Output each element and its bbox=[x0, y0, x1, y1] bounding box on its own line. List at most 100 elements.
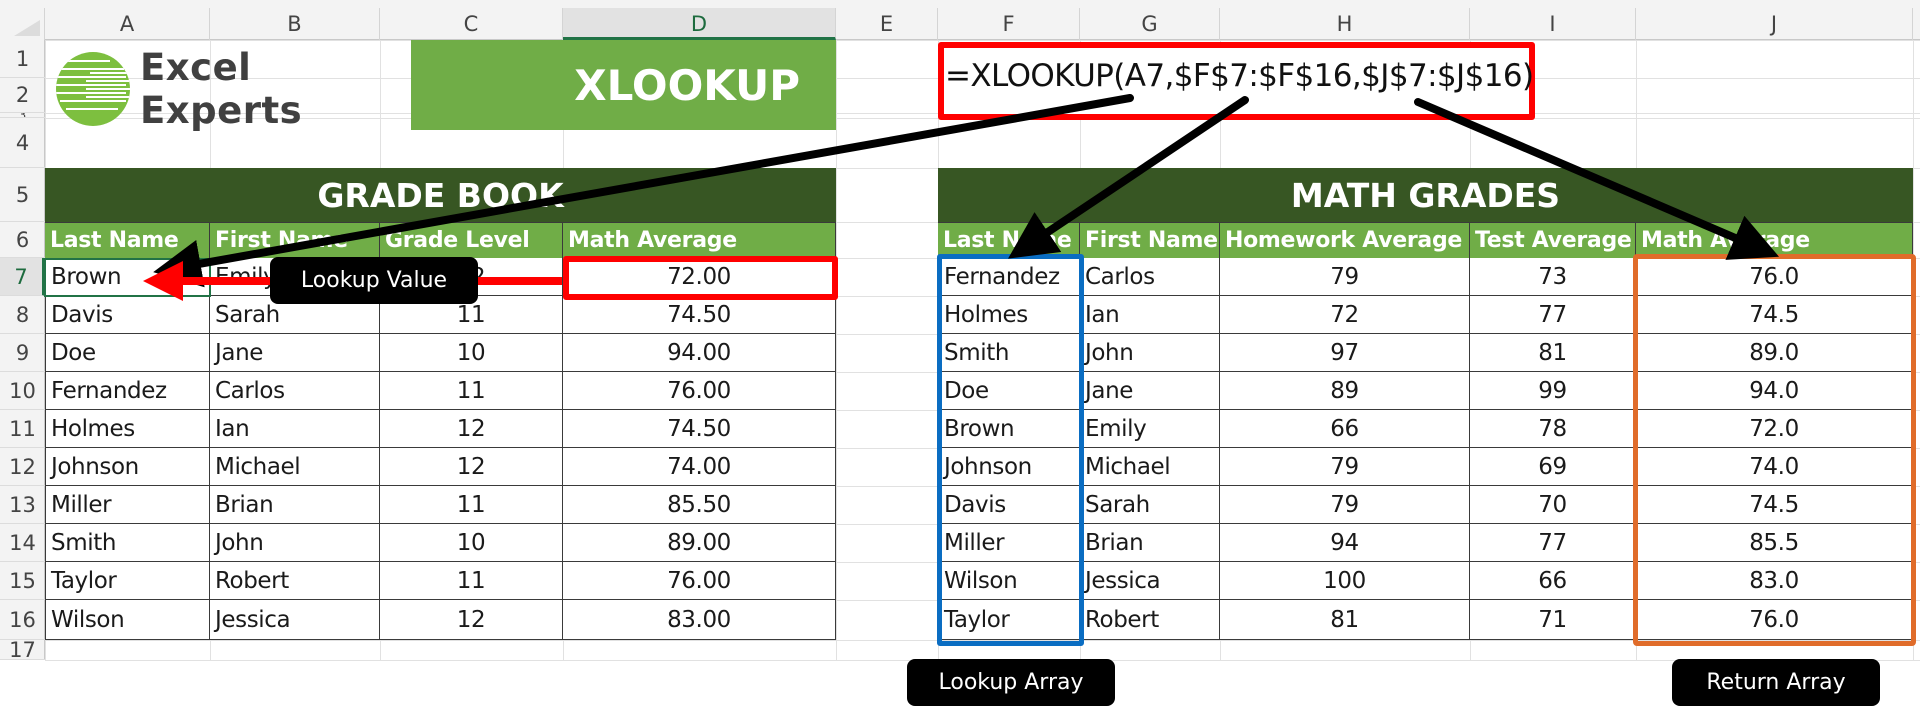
column-header-c[interactable]: C bbox=[380, 8, 563, 40]
math-grades-cell[interactable]: 71 bbox=[1470, 600, 1636, 640]
grade-book-header-math-average[interactable]: Math Average bbox=[563, 222, 836, 258]
math-grades-cell[interactable]: 100 bbox=[1220, 562, 1470, 600]
grade-book-cell[interactable]: 11 bbox=[380, 562, 563, 600]
grade-book-cell[interactable]: 74.50 bbox=[563, 410, 836, 448]
grade-book-cell[interactable]: Jessica bbox=[210, 600, 380, 640]
math-grades-cell[interactable]: Brian bbox=[1080, 524, 1220, 562]
column-header-j[interactable]: J bbox=[1636, 8, 1913, 40]
grade-book-cell[interactable]: 94.00 bbox=[563, 334, 836, 372]
select-all-button[interactable] bbox=[0, 8, 45, 40]
column-header-e[interactable]: E bbox=[836, 8, 938, 40]
row-header-11[interactable]: 11 bbox=[0, 410, 45, 448]
math-grades-cell[interactable]: 79 bbox=[1220, 258, 1470, 296]
grade-book-cell[interactable]: Taylor bbox=[45, 562, 210, 600]
grade-book-cell[interactable]: 12 bbox=[380, 600, 563, 640]
grade-book-cell[interactable]: Holmes bbox=[45, 410, 210, 448]
grade-book-cell[interactable]: Wilson bbox=[45, 600, 210, 640]
grade-book-cell[interactable]: 12 bbox=[380, 410, 563, 448]
row-header-12[interactable]: 12 bbox=[0, 448, 45, 486]
grade-book-title[interactable]: GRADE BOOK bbox=[45, 168, 836, 222]
math-grades-cell[interactable]: 78 bbox=[1470, 410, 1636, 448]
math-grades-cell[interactable]: Sarah bbox=[1080, 486, 1220, 524]
math-grades-cell[interactable]: Carlos bbox=[1080, 258, 1220, 296]
math-grades-header-test-average[interactable]: Test Average bbox=[1470, 222, 1636, 258]
math-grades-header-math-average[interactable]: Math Average bbox=[1636, 222, 1913, 258]
formula-text[interactable]: =XLOOKUP(A7,$F$7:$F$16,$J$7:$J$16) bbox=[945, 58, 1534, 94]
math-grades-cell[interactable]: 99 bbox=[1470, 372, 1636, 410]
math-grades-cell[interactable]: 79 bbox=[1220, 486, 1470, 524]
math-grades-cell[interactable]: 81 bbox=[1470, 334, 1636, 372]
grade-book-cell[interactable]: 76.00 bbox=[563, 562, 836, 600]
grade-book-cell[interactable]: Carlos bbox=[210, 372, 380, 410]
math-grades-cell[interactable]: Michael bbox=[1080, 448, 1220, 486]
grade-book-cell[interactable]: Davis bbox=[45, 296, 210, 334]
grade-book-cell[interactable]: Smith bbox=[45, 524, 210, 562]
grade-book-header-last-name[interactable]: Last Name bbox=[45, 222, 210, 258]
grade-book-cell[interactable]: Michael bbox=[210, 448, 380, 486]
column-header-g[interactable]: G bbox=[1080, 8, 1220, 40]
grade-book-cell[interactable]: Johnson bbox=[45, 448, 210, 486]
column-header-i[interactable]: I bbox=[1470, 8, 1636, 40]
row-header-5[interactable]: 5 bbox=[0, 168, 45, 222]
row-header-17[interactable]: 17 bbox=[0, 638, 45, 662]
grade-book-cell[interactable]: 85.50 bbox=[563, 486, 836, 524]
math-grades-cell[interactable]: 77 bbox=[1470, 524, 1636, 562]
row-header-9[interactable]: 9 bbox=[0, 334, 45, 372]
row-header-1[interactable]: 1 bbox=[0, 40, 45, 78]
column-header-a[interactable]: A bbox=[45, 8, 210, 40]
math-grades-title[interactable]: MATH GRADES bbox=[938, 168, 1913, 222]
row-header-8[interactable]: 8 bbox=[0, 296, 45, 334]
column-header-b[interactable]: B bbox=[210, 8, 380, 40]
row-header-2[interactable]: 2 bbox=[0, 78, 45, 113]
grade-book-cell[interactable]: Miller bbox=[45, 486, 210, 524]
grade-book-cell[interactable]: 74.50 bbox=[563, 296, 836, 334]
grade-book-cell[interactable]: Ian bbox=[210, 410, 380, 448]
grade-book-cell[interactable]: Doe bbox=[45, 334, 210, 372]
math-grades-cell[interactable]: 72 bbox=[1220, 296, 1470, 334]
grade-book-cell[interactable]: 11 bbox=[380, 372, 563, 410]
math-grades-cell[interactable]: 66 bbox=[1220, 410, 1470, 448]
grade-book-header-first-name[interactable]: First Name bbox=[210, 222, 380, 258]
grade-book-cell[interactable]: John bbox=[210, 524, 380, 562]
grade-book-cell[interactable]: Jane bbox=[210, 334, 380, 372]
math-grades-cell[interactable]: Jane bbox=[1080, 372, 1220, 410]
math-grades-header-first-name[interactable]: First Name bbox=[1080, 222, 1220, 258]
grade-book-cell[interactable]: 74.00 bbox=[563, 448, 836, 486]
math-grades-cell[interactable]: Jessica bbox=[1080, 562, 1220, 600]
math-grades-cell[interactable]: Robert bbox=[1080, 600, 1220, 640]
column-header-h[interactable]: H bbox=[1220, 8, 1470, 40]
math-grades-cell[interactable]: 79 bbox=[1220, 448, 1470, 486]
xlookup-banner[interactable]: XLOOKUP bbox=[411, 40, 836, 130]
math-grades-cell[interactable]: 97 bbox=[1220, 334, 1470, 372]
math-grades-cell[interactable]: 94 bbox=[1220, 524, 1470, 562]
row-header-10[interactable]: 10 bbox=[0, 372, 45, 410]
math-grades-cell[interactable]: 69 bbox=[1470, 448, 1636, 486]
math-grades-cell[interactable]: 81 bbox=[1220, 600, 1470, 640]
grade-book-cell[interactable]: 83.00 bbox=[563, 600, 836, 640]
grade-book-cell[interactable]: 12 bbox=[380, 448, 563, 486]
math-grades-cell[interactable]: Ian bbox=[1080, 296, 1220, 334]
row-header-16[interactable]: 16 bbox=[0, 600, 45, 640]
row-header-4[interactable]: 4 bbox=[0, 118, 45, 168]
grade-book-cell[interactable]: Robert bbox=[210, 562, 380, 600]
grade-book-cell[interactable]: Fernandez bbox=[45, 372, 210, 410]
math-grades-cell[interactable]: 66 bbox=[1470, 562, 1636, 600]
grade-book-cell[interactable]: 10 bbox=[380, 524, 563, 562]
column-header-f[interactable]: F bbox=[938, 8, 1080, 40]
row-header-13[interactable]: 13 bbox=[0, 486, 45, 524]
math-grades-header-homework-average[interactable]: Homework Average bbox=[1220, 222, 1470, 258]
math-grades-cell[interactable]: 89 bbox=[1220, 372, 1470, 410]
row-header-7[interactable]: 7 bbox=[0, 258, 45, 296]
math-grades-cell[interactable]: Emily bbox=[1080, 410, 1220, 448]
row-header-15[interactable]: 15 bbox=[0, 562, 45, 600]
row-header-14[interactable]: 14 bbox=[0, 524, 45, 562]
math-grades-cell[interactable]: 77 bbox=[1470, 296, 1636, 334]
row-header-6[interactable]: 6 bbox=[0, 222, 45, 258]
math-grades-header-last-name[interactable]: Last Name bbox=[938, 222, 1080, 258]
math-grades-cell[interactable]: John bbox=[1080, 334, 1220, 372]
math-grades-cell[interactable]: 70 bbox=[1470, 486, 1636, 524]
grade-book-cell[interactable]: 89.00 bbox=[563, 524, 836, 562]
grade-book-cell[interactable]: 10 bbox=[380, 334, 563, 372]
grade-book-header-grade-level[interactable]: Grade Level bbox=[380, 222, 563, 258]
grade-book-cell[interactable]: Brian bbox=[210, 486, 380, 524]
